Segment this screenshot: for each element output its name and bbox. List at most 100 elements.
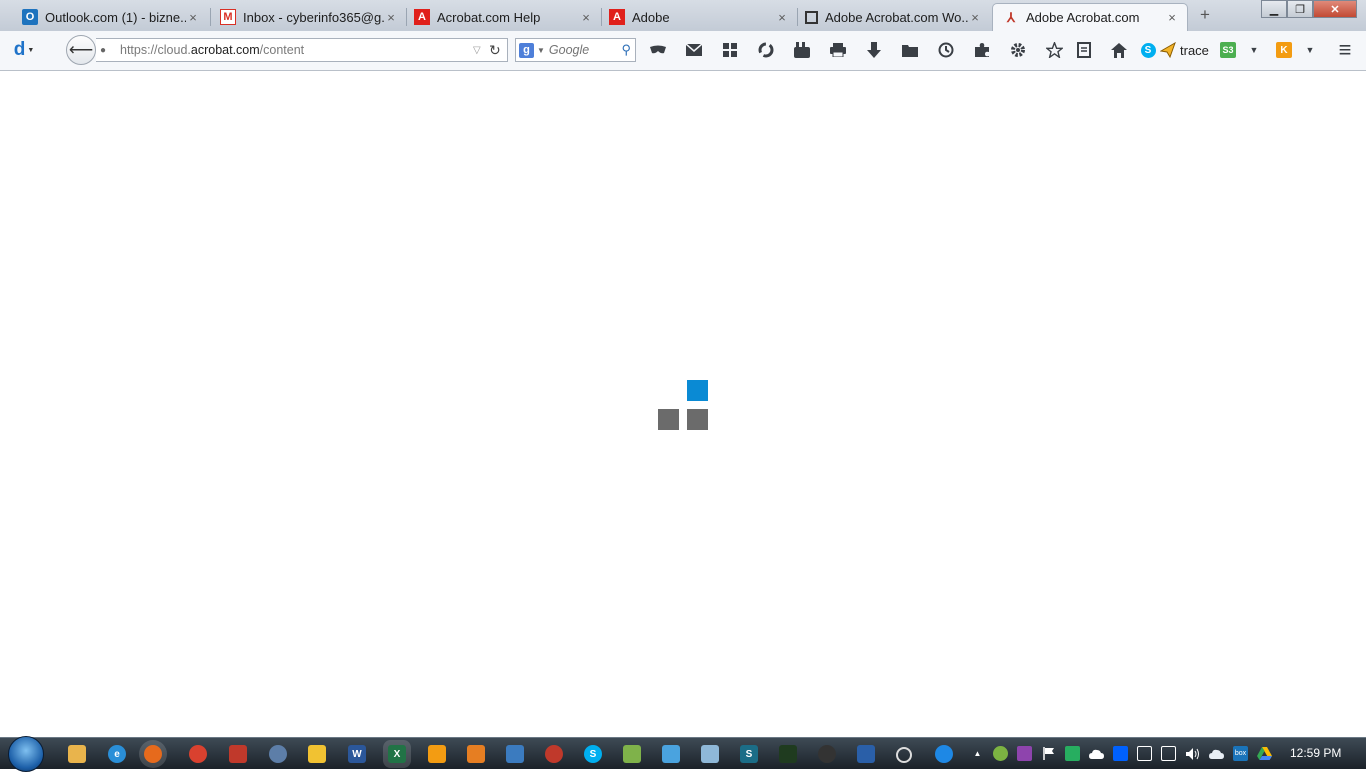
- tab-strip: O Outlook.com (1) - bizne... × M Inbox -…: [0, 0, 1366, 31]
- sync-icon[interactable]: [756, 40, 776, 60]
- mail-taskbar-icon[interactable]: [857, 745, 875, 763]
- close-icon[interactable]: ×: [384, 10, 398, 25]
- skype-icon[interactable]: S: [1138, 40, 1158, 60]
- address-bar[interactable]: ● https://cloud.acrobat.com/content ▽ ↻: [96, 38, 508, 62]
- tab-adobe[interactable]: A Adobe ×: [603, 3, 797, 31]
- system-clock[interactable]: 12:59 PM: [1290, 746, 1341, 760]
- tray-app-icon[interactable]: [993, 746, 1008, 761]
- paint-icon[interactable]: [467, 745, 485, 763]
- extension-orange-icon[interactable]: K: [1274, 40, 1294, 60]
- close-icon[interactable]: ×: [186, 10, 200, 25]
- tab-acrobat-help[interactable]: A Acrobat.com Help ×: [408, 3, 601, 31]
- search-bar[interactable]: g ▼ ⚲: [515, 38, 636, 62]
- bookmark-star-icon[interactable]: [1044, 40, 1064, 60]
- window-close-button[interactable]: ✕: [1313, 0, 1357, 18]
- internet-explorer-icon[interactable]: e: [108, 745, 126, 763]
- close-icon[interactable]: ×: [775, 10, 789, 25]
- paper-plane-icon[interactable]: [1158, 40, 1178, 60]
- dashlane-icon[interactable]: d ▼: [10, 39, 38, 60]
- grid-icon[interactable]: [720, 40, 740, 60]
- headphones-icon[interactable]: [818, 745, 836, 763]
- close-icon[interactable]: ×: [1165, 10, 1179, 25]
- dashlane-letter: d: [13, 39, 26, 60]
- file-manager-icon[interactable]: [623, 745, 641, 763]
- tab-divider: [406, 8, 407, 26]
- tab-title: Adobe Acrobat.com: [1026, 10, 1140, 25]
- back-arrow-icon: ⟵: [68, 40, 94, 59]
- cloud-icon[interactable]: [1089, 746, 1104, 761]
- firefox-icon[interactable]: [144, 745, 162, 763]
- download-icon[interactable]: [864, 40, 884, 60]
- search-input[interactable]: [548, 43, 613, 57]
- tab-title: Adobe Acrobat.com Wo...: [825, 9, 968, 25]
- extension-s3-icon[interactable]: S3: [1218, 40, 1238, 60]
- close-icon[interactable]: ×: [968, 10, 982, 25]
- chevron-down-icon: ▼: [27, 46, 35, 54]
- volume-icon[interactable]: [1185, 746, 1200, 761]
- dropbox-icon[interactable]: [1113, 746, 1128, 761]
- search-icon[interactable]: ⚲: [621, 42, 631, 58]
- document-icon[interactable]: [662, 745, 680, 763]
- print-icon[interactable]: [828, 40, 848, 60]
- calculator-icon[interactable]: [701, 745, 719, 763]
- sync-check-icon[interactable]: [1065, 746, 1080, 761]
- chevron-down-icon[interactable]: ▼: [537, 46, 545, 55]
- network-tray-icon[interactable]: [1161, 746, 1176, 761]
- reload-icon[interactable]: ↻: [489, 42, 507, 59]
- tray-app-icon[interactable]: [1137, 746, 1152, 761]
- tab-adobe-acrobat-active[interactable]: ⅄ Adobe Acrobat.com ×: [992, 3, 1188, 31]
- addons-puzzle-icon[interactable]: [972, 40, 992, 60]
- folder-icon[interactable]: [900, 40, 920, 60]
- start-button[interactable]: [8, 736, 44, 772]
- google-engine-icon[interactable]: g: [519, 42, 534, 58]
- notes-icon[interactable]: [308, 745, 326, 763]
- chevron-down-icon[interactable]: ▼: [1300, 40, 1320, 60]
- action-center-flag-icon[interactable]: [1041, 746, 1056, 761]
- media-player-icon[interactable]: [428, 745, 446, 763]
- restore-button[interactable]: ❐: [1287, 0, 1313, 18]
- show-hidden-icons-icon[interactable]: ▲: [970, 746, 985, 761]
- tools-icon[interactable]: [506, 745, 524, 763]
- minimize-button[interactable]: ▁: [1261, 0, 1287, 18]
- new-tab-button[interactable]: +: [1196, 6, 1214, 24]
- google-drive-icon[interactable]: [1257, 746, 1272, 761]
- calendar-icon[interactable]: [229, 745, 247, 763]
- gmail-icon: M: [220, 9, 236, 25]
- mask-icon[interactable]: [648, 40, 668, 60]
- toolbar-user-label[interactable]: trace: [1180, 43, 1209, 58]
- page-content: [0, 71, 1366, 737]
- network-icon[interactable]: [269, 745, 287, 763]
- snipping-icon[interactable]: [545, 745, 563, 763]
- gear-icon[interactable]: [1008, 40, 1028, 60]
- tray-app-icon[interactable]: [1017, 746, 1032, 761]
- box-icon[interactable]: box: [1233, 746, 1248, 761]
- loading-spinner-square-active: [687, 380, 708, 401]
- tab-acrobat-workspace[interactable]: Adobe Acrobat.com Wo... ×: [799, 3, 990, 31]
- youtube-icon[interactable]: [792, 40, 812, 60]
- tab-gmail[interactable]: M Inbox - cyberinfo365@g... ×: [212, 3, 406, 31]
- close-icon[interactable]: ×: [579, 10, 593, 25]
- chevron-down-icon[interactable]: ▼: [1244, 40, 1264, 60]
- url-history-dropdown-icon[interactable]: ▽: [473, 45, 489, 56]
- skype-taskbar-icon[interactable]: S: [584, 745, 602, 763]
- back-button[interactable]: ⟵: [66, 35, 96, 65]
- adobe-icon: A: [414, 9, 430, 25]
- mail-icon[interactable]: [684, 40, 704, 60]
- menu-hamburger-icon[interactable]: ≡: [1335, 37, 1355, 62]
- tab-outlook[interactable]: O Outlook.com (1) - bizne... ×: [0, 3, 208, 31]
- bookmarks-list-icon[interactable]: [1074, 40, 1094, 60]
- history-clock-icon[interactable]: [936, 40, 956, 60]
- terminal-icon[interactable]: [779, 745, 797, 763]
- onedrive-icon[interactable]: [1209, 746, 1224, 761]
- loading-spinner-square: [658, 409, 679, 430]
- home-icon[interactable]: [1109, 40, 1129, 60]
- outlook-icon: O: [22, 9, 38, 25]
- clock-app-icon[interactable]: [896, 747, 912, 763]
- upload-icon[interactable]: [935, 745, 953, 763]
- explorer-icon[interactable]: [68, 745, 86, 763]
- excel-icon[interactable]: X: [388, 745, 406, 763]
- word-icon[interactable]: W: [348, 745, 366, 763]
- chrome-icon[interactable]: [189, 745, 207, 763]
- tab-divider: [797, 8, 798, 26]
- sway-icon[interactable]: S: [740, 745, 758, 763]
